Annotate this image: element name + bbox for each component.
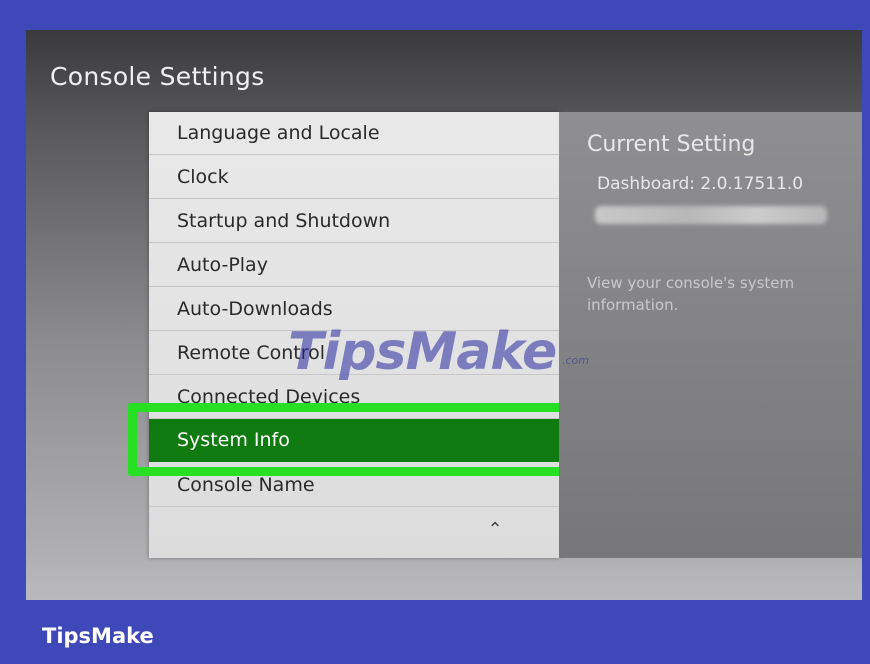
- current-setting-heading: Current Setting: [587, 132, 756, 157]
- settings-menu: Language and Locale Clock Startup and Sh…: [149, 112, 559, 558]
- menu-item-language-and-locale[interactable]: Language and Locale: [149, 112, 559, 155]
- info-description: View your console's system information.: [587, 274, 795, 314]
- blurred-kernel-version: [595, 206, 827, 224]
- console-screen: Console Settings Language and Locale Clo…: [26, 30, 862, 600]
- footer-brand: TipsMake: [42, 624, 154, 648]
- info-panel: Current Setting Dashboard: 2.0.17511.0 V…: [559, 112, 862, 558]
- menu-item-startup-and-shutdown[interactable]: Startup and Shutdown: [149, 200, 559, 243]
- watermark-suffix: .com: [562, 354, 589, 367]
- menu-item-clock[interactable]: Clock: [149, 156, 559, 199]
- page-title: Console Settings: [50, 62, 265, 91]
- menu-item-remote-control[interactable]: Remote Control: [149, 332, 559, 375]
- selection-highlight-frame: [128, 403, 576, 476]
- menu-item-auto-play[interactable]: Auto-Play: [149, 244, 559, 287]
- caret-up-icon[interactable]: ⌃: [483, 520, 507, 540]
- dashboard-version: Dashboard: 2.0.17511.0: [597, 174, 804, 194]
- menu-item-auto-downloads[interactable]: Auto-Downloads: [149, 288, 559, 331]
